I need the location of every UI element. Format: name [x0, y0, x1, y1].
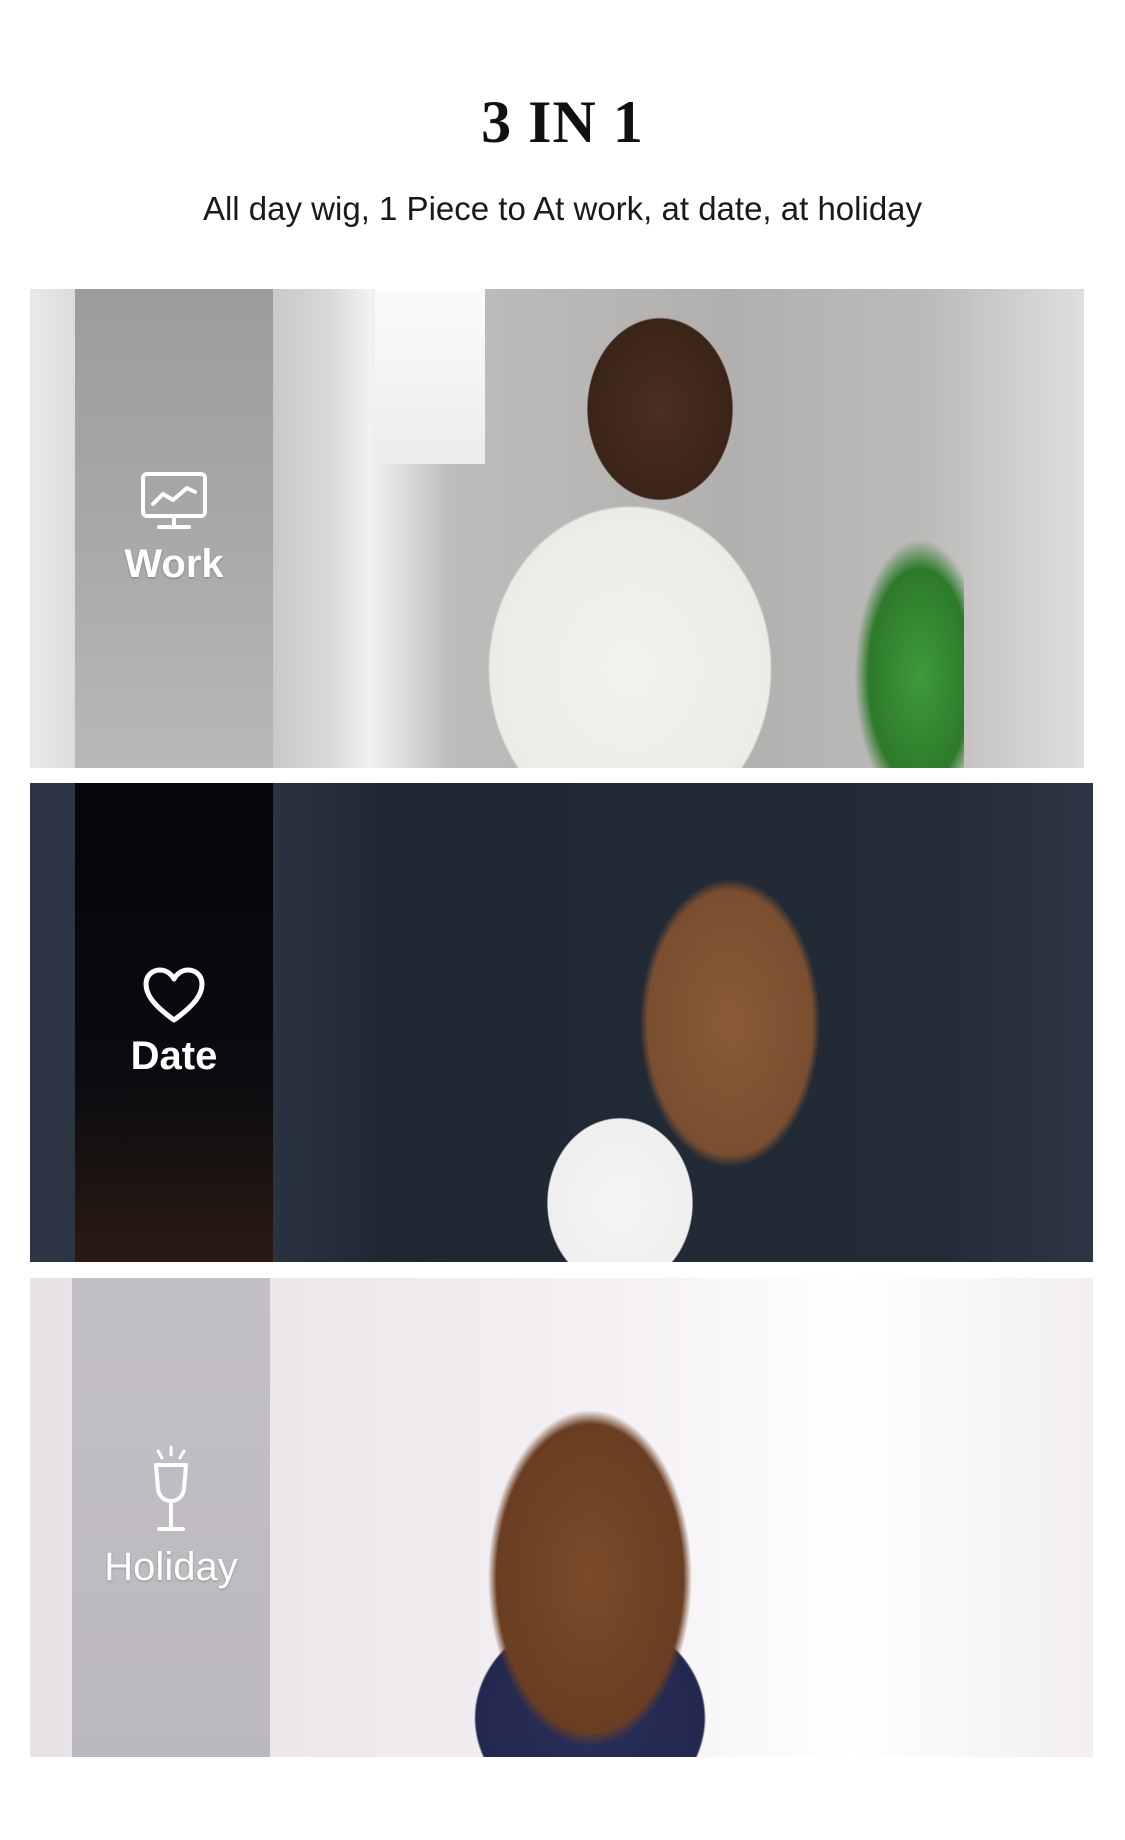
- cabinet-shape: [375, 289, 485, 464]
- work-label: Work: [124, 542, 224, 586]
- monitor-chart-icon: [139, 470, 209, 532]
- work-label-strip: Work: [75, 289, 273, 768]
- date-label: Date: [130, 1034, 218, 1078]
- section-title: 3 IN 1: [481, 89, 644, 155]
- wine-glass-icon: [146, 1445, 196, 1535]
- holiday-label: Holiday: [104, 1545, 238, 1589]
- plant-shape: [854, 538, 964, 768]
- date-panel: Date: [30, 783, 1093, 1262]
- section-subtitle: All day wig, 1 Piece to At work, at date…: [202, 190, 923, 227]
- holiday-panel: Holiday: [30, 1278, 1093, 1757]
- heart-icon: [142, 966, 206, 1024]
- section-header: 3 IN 1 All day wig, 1 Piece to At work, …: [0, 0, 1125, 260]
- date-label-strip: Date: [75, 783, 273, 1262]
- holiday-label-strip: Holiday: [72, 1278, 270, 1757]
- work-panel: Work: [30, 289, 1084, 768]
